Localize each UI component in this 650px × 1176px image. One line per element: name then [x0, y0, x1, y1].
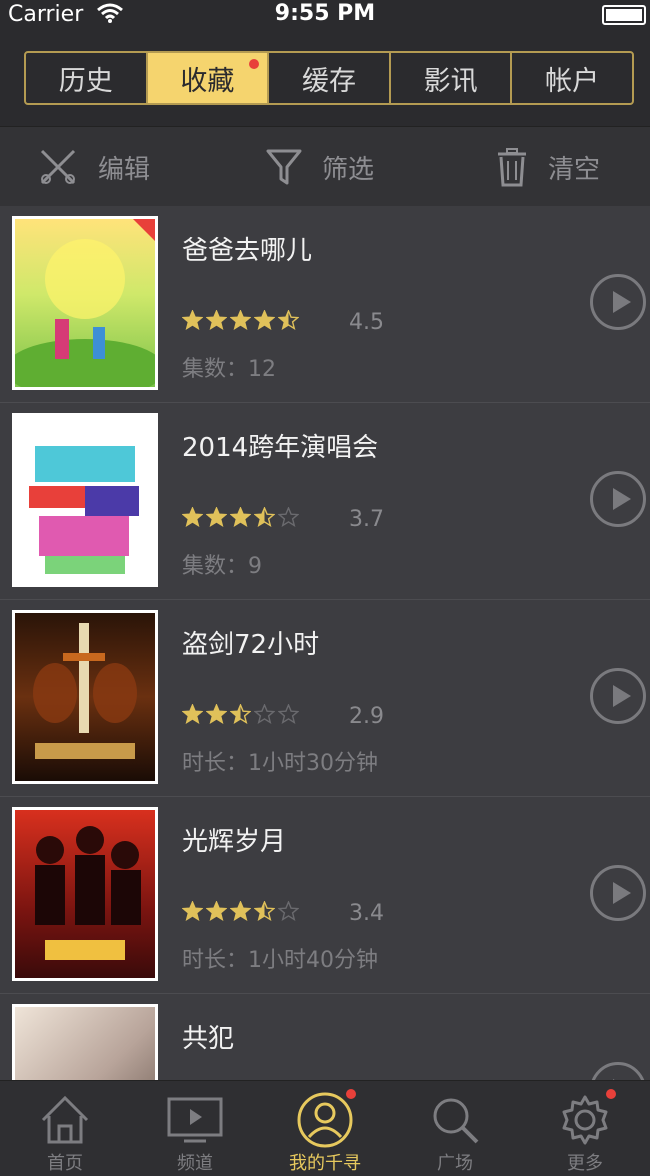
star-icon	[182, 507, 203, 527]
tab-my-qianxun-label: 我的千寻	[289, 1153, 361, 1174]
star-icon	[254, 507, 275, 527]
tv-icon	[167, 1097, 223, 1143]
tab-cache[interactable]: 缓存	[269, 53, 391, 103]
list-item[interactable]: 共犯	[0, 994, 650, 1080]
tab-account[interactable]: 帐户	[512, 53, 632, 103]
gear-icon	[562, 1095, 608, 1145]
star-icon	[230, 507, 251, 527]
header: 历史 收藏 缓存 影讯 帐户	[0, 30, 650, 126]
list-item[interactable]: 光辉岁月 3.4 时长：1小时40分钟	[0, 797, 650, 994]
segmented-tabs: 历史 收藏 缓存 影讯 帐户	[24, 51, 634, 105]
star-icon	[230, 901, 251, 921]
rating-stars	[182, 507, 302, 527]
rating-value: 2.9	[349, 704, 384, 729]
item-title: 共犯	[182, 1024, 235, 1054]
play-button-icon[interactable]	[590, 865, 646, 921]
notification-badge	[346, 1089, 356, 1099]
star-icon	[254, 310, 275, 330]
clear-label: 清空	[548, 154, 601, 185]
star-icon	[206, 507, 227, 527]
filter-icon	[266, 149, 302, 185]
star-icon	[278, 507, 299, 527]
item-title: 爸爸去哪儿	[182, 236, 313, 266]
star-icon	[254, 704, 275, 724]
rating-stars	[182, 310, 302, 330]
tab-favorites[interactable]: 收藏	[147, 53, 270, 103]
star-icon	[278, 704, 299, 724]
tab-more-label: 更多	[567, 1153, 603, 1174]
filter-label: 筛选	[322, 154, 375, 185]
star-icon	[206, 310, 227, 330]
star-icon	[254, 901, 275, 921]
rating-value: 4.5	[349, 310, 384, 335]
search-icon	[433, 1098, 479, 1144]
edit-label: 编辑	[98, 154, 151, 185]
tab-my-qianxun[interactable]: 我的千寻	[260, 1081, 390, 1176]
item-title: 光辉岁月	[182, 827, 287, 857]
duration: 时长：1小时30分钟	[182, 751, 378, 776]
episode-count: 集数：9	[182, 554, 262, 579]
star-icon	[230, 704, 251, 724]
episode-count: 集数：12	[182, 357, 276, 382]
star-icon	[278, 901, 299, 921]
rating-value: 3.4	[349, 901, 384, 926]
trash-icon	[498, 148, 526, 187]
user-circle-icon	[297, 1092, 353, 1148]
tab-plaza[interactable]: 广场	[390, 1081, 520, 1176]
status-time: 9:55 PM	[274, 1, 376, 26]
item-title: 2014跨年演唱会	[182, 433, 379, 463]
tab-movie-news[interactable]: 影讯	[391, 53, 513, 103]
poster-concert	[12, 413, 158, 587]
star-icon	[278, 310, 299, 330]
list-item[interactable]: 盗剑72小时 2.9 时长：1小时30分钟	[0, 600, 650, 797]
star-icon	[206, 704, 227, 724]
list-item[interactable]: 2014跨年演唱会 3.7 集数：9	[0, 403, 650, 600]
bottom-tab-bar: 首页 频道 我的千寻 广场 更多	[0, 1080, 650, 1176]
play-button-icon[interactable]	[590, 274, 646, 330]
rating-stars	[182, 704, 302, 724]
tab-plaza-label: 广场	[437, 1153, 473, 1174]
poster-baba-qu-naer	[12, 216, 158, 390]
poster-glory	[12, 807, 158, 981]
poster-sword	[12, 610, 158, 784]
edit-button[interactable]: 编辑	[38, 127, 150, 207]
star-icon	[230, 310, 251, 330]
clear-button[interactable]: 清空	[496, 127, 600, 207]
notification-badge	[249, 59, 260, 69]
status-bar: Carrier 9:55 PM	[0, 0, 650, 30]
duration: 时长：1小时40分钟	[182, 948, 378, 973]
item-title: 盗剑72小时	[182, 630, 320, 660]
play-button-icon[interactable]	[590, 668, 646, 724]
rating-value: 3.7	[349, 507, 384, 532]
tab-channels[interactable]: 频道	[130, 1081, 260, 1176]
tab-channels-label: 频道	[177, 1153, 213, 1174]
home-icon	[41, 1095, 89, 1144]
notification-badge	[606, 1089, 616, 1099]
tab-more[interactable]: 更多	[520, 1081, 650, 1176]
tab-home[interactable]: 首页	[0, 1081, 130, 1176]
toolbar: 编辑 筛选 清空	[0, 126, 650, 206]
play-button-icon[interactable]	[590, 471, 646, 527]
filter-button[interactable]: 筛选	[266, 127, 374, 207]
star-icon	[182, 901, 203, 921]
rating-stars	[182, 901, 302, 921]
tab-history[interactable]: 历史	[26, 53, 148, 103]
star-icon	[182, 704, 203, 724]
favorites-list: 爸爸去哪儿 4.5 集数：12 2014跨年演唱会 3.7 集数：9 盗剑72小…	[0, 206, 650, 1080]
edit-icon	[40, 149, 76, 185]
play-button-icon[interactable]	[590, 1062, 646, 1080]
tab-home-label: 首页	[47, 1153, 83, 1174]
star-icon	[182, 310, 203, 330]
star-icon	[206, 901, 227, 921]
battery-icon	[602, 5, 646, 25]
list-item[interactable]: 爸爸去哪儿 4.5 集数：12	[0, 206, 650, 403]
poster-accomplice	[12, 1004, 158, 1080]
